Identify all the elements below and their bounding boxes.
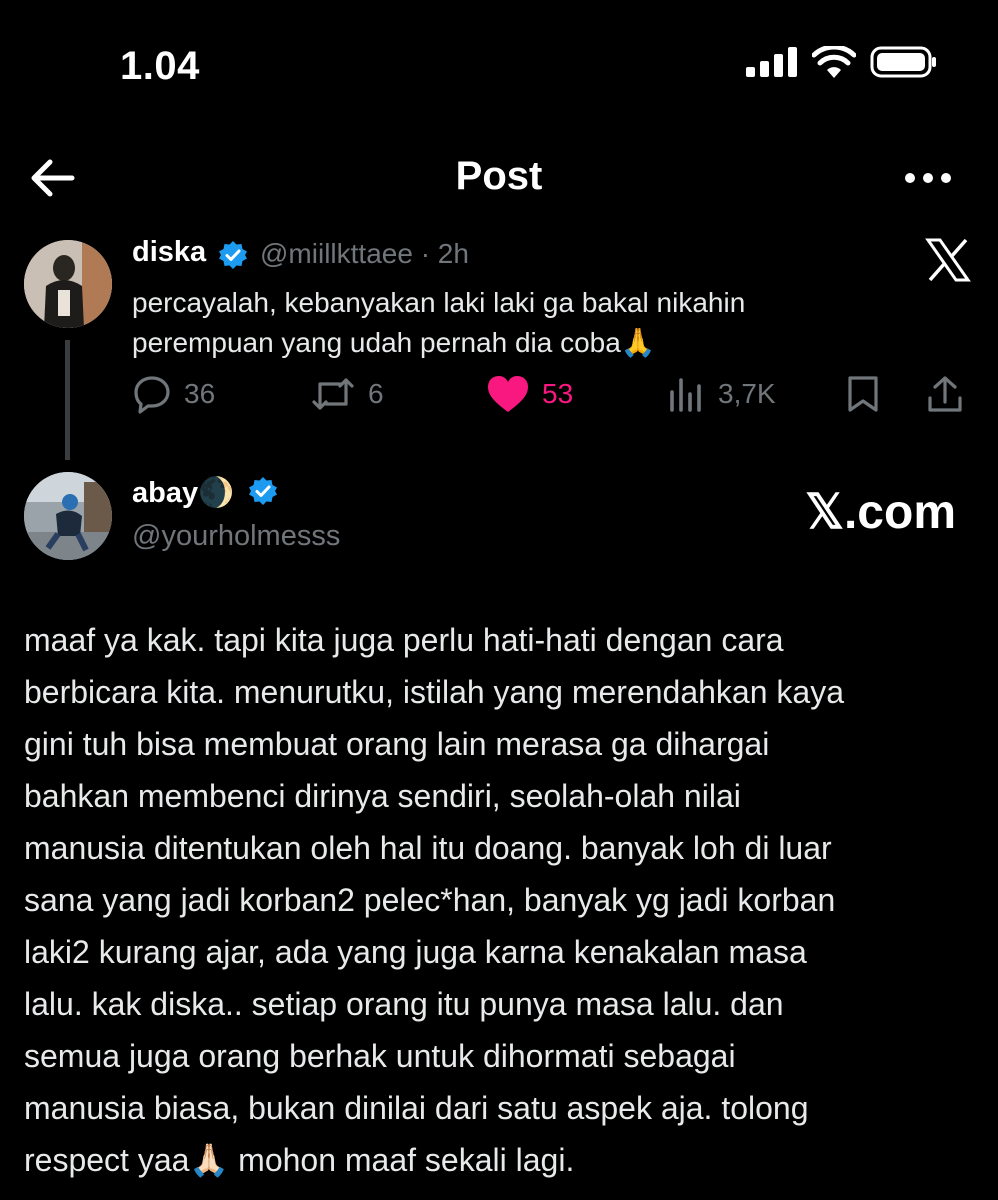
battery-icon <box>870 46 936 78</box>
reply-icon <box>134 376 170 414</box>
views-button[interactable]: 3,7K <box>666 374 776 414</box>
like-button[interactable]: 53 <box>486 374 573 414</box>
reply-line: lalu. kak diska.. setiap orang itu punya… <box>24 986 784 1022</box>
repost-count: 6 <box>368 378 384 409</box>
reply-line: respect yaa🙏🏻 mohon maaf sekali lagi. <box>24 1134 984 1186</box>
page-title: Post <box>455 154 543 198</box>
like-count: 53 <box>542 378 574 409</box>
repost-icon <box>312 378 354 410</box>
avatar-diska[interactable] <box>24 240 112 328</box>
tweet-text-line: percayalah, kebanyakan laki laki ga baka… <box>132 287 746 318</box>
handle-text: @miillkttaee <box>260 238 413 269</box>
x-com-watermark: 𝕏 .com <box>805 484 956 540</box>
share-button[interactable] <box>926 374 964 414</box>
x-logo-icon: 𝕏 <box>805 486 844 539</box>
verified-badge-icon <box>219 241 247 269</box>
reply-segment: respect yaa <box>24 1142 190 1178</box>
signal-icon <box>746 47 797 77</box>
moon-emoji: 🌒 <box>198 477 235 509</box>
heart-filled-icon <box>488 376 528 412</box>
reply-line: sana yang jadi korban2 pelec*han, banyak… <box>24 882 836 918</box>
reply-count: 36 <box>184 378 216 409</box>
bookmark-button[interactable] <box>846 374 880 414</box>
x-logo-icon <box>925 238 971 282</box>
bookmark-icon <box>848 376 878 412</box>
author-handle[interactable]: @miillkttaee · 2h <box>260 238 469 270</box>
verified-badge-icon <box>249 477 278 505</box>
status-icons <box>746 46 938 78</box>
reply-line: laki2 kurang ajar, ada yang juga karna k… <box>24 934 807 970</box>
wifi-icon <box>812 46 856 78</box>
reply-segment: mohon maaf sekali lagi. <box>229 1142 575 1178</box>
tweet-text-line: perempuan yang udah pernah dia coba🙏 <box>132 323 852 363</box>
more-options-icon[interactable] <box>902 158 954 198</box>
share-icon <box>928 376 962 412</box>
post-age: 2h <box>437 238 469 269</box>
author-handle[interactable]: @yourholmesss <box>132 520 340 553</box>
author-name[interactable]: diska <box>132 236 206 269</box>
reply-line: berbicara kita. menurutku, istilah yang … <box>24 674 844 710</box>
praying-hands-emoji: 🙏 <box>620 327 656 358</box>
reply-line: gini tuh bisa membuat orang lain merasa … <box>24 726 770 762</box>
views-count: 3,7K <box>718 378 776 409</box>
reply-line: semua juga orang berhak untuk dihormati … <box>24 1038 736 1074</box>
avatar-photo <box>24 472 112 560</box>
status-time: 1.04 <box>120 44 200 88</box>
avatar-photo <box>24 240 112 328</box>
reply-line: maaf ya kak. tapi kita juga perlu hati-h… <box>24 622 784 658</box>
x-com-text: .com <box>843 485 956 539</box>
author-name[interactable]: abay🌒 <box>132 476 278 510</box>
separator-dot: · <box>420 238 431 269</box>
tweet-text-segment: perempuan yang udah pernah dia coba <box>132 327 621 358</box>
author-name-text: abay <box>132 477 199 509</box>
repost-button[interactable]: 6 <box>310 374 384 414</box>
reply-button[interactable]: 36 <box>132 374 215 414</box>
views-icon <box>670 378 701 412</box>
reply-line: bahkan membenci dirinya sendiri, seolah-… <box>24 778 741 814</box>
thread-line <box>65 340 70 460</box>
reply-line: manusia ditentukan oleh hal itu doang. b… <box>24 830 832 866</box>
reply-line: manusia biasa, bukan dinilai dari satu a… <box>24 1090 809 1126</box>
avatar-abay[interactable] <box>24 472 112 560</box>
tweet-actions: 36 6 53 3,7K <box>132 374 972 418</box>
praying-hands-emoji: 🙏🏻 <box>189 1142 230 1178</box>
reply-body: maaf ya kak. tapi kita juga perlu hati-h… <box>24 614 984 1186</box>
tweet-text: percayalah, kebanyakan laki laki ga baka… <box>132 283 852 363</box>
